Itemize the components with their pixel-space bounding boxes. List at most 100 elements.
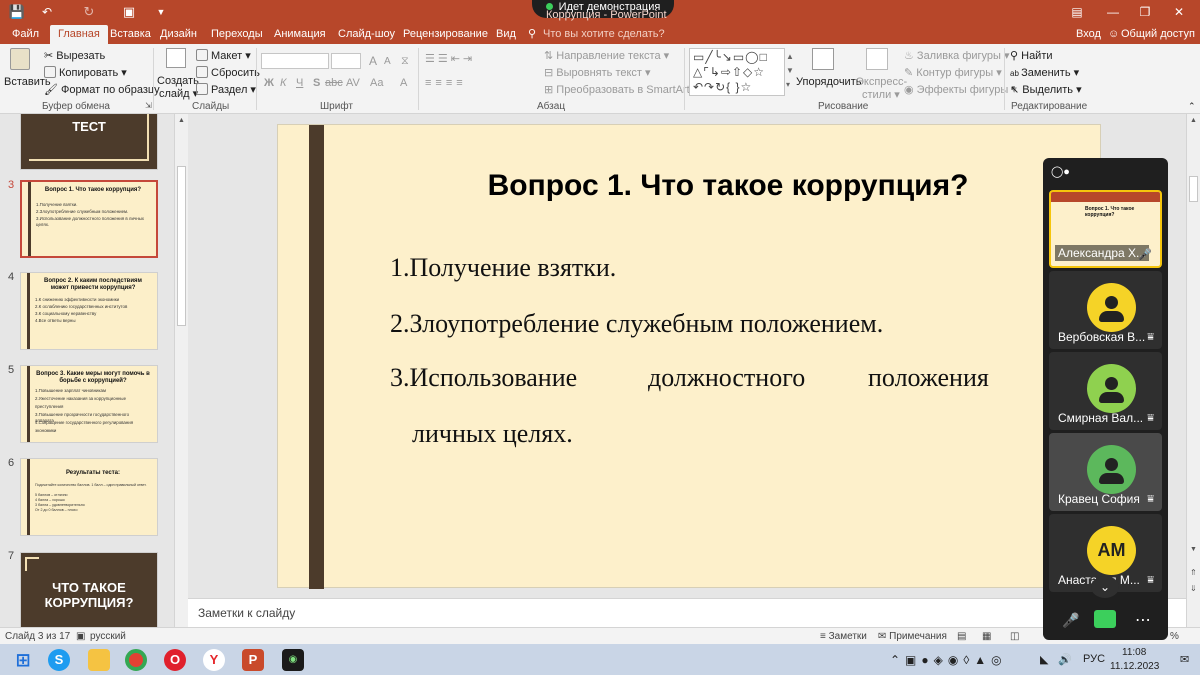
scroll-thumb[interactable] bbox=[177, 166, 186, 326]
undo-icon[interactable]: ↶ bbox=[36, 3, 58, 21]
minimize-button[interactable]: — bbox=[1098, 2, 1128, 22]
normal-view-icon[interactable]: ▤ bbox=[957, 631, 966, 642]
sign-in-link[interactable]: Вход bbox=[1076, 27, 1101, 41]
char-spacing-button[interactable]: AV bbox=[346, 76, 360, 90]
telemost-icon[interactable]: ◉ bbox=[282, 649, 304, 671]
notes-pane[interactable]: Заметки к слайду bbox=[188, 598, 1186, 627]
section-button[interactable]: Раздел ▾ bbox=[196, 83, 256, 97]
text-direction-button[interactable]: ⇅ Направление текста ▾ bbox=[544, 49, 669, 63]
tab-insert[interactable]: Вставка bbox=[110, 27, 151, 41]
close-button[interactable]: ✕ bbox=[1164, 2, 1194, 22]
tab-review[interactable]: Рецензирование bbox=[403, 27, 488, 41]
clock-time[interactable]: 11:08 bbox=[1122, 647, 1146, 658]
change-case-button[interactable]: Aa bbox=[370, 76, 383, 90]
microphone-icon[interactable]: 🎤 bbox=[1062, 612, 1079, 629]
list-buttons-icon[interactable]: ☰☰⇤⇥ bbox=[425, 52, 475, 66]
tab-animation[interactable]: Анимация bbox=[274, 27, 326, 41]
scroll-up-icon[interactable]: ▲ bbox=[178, 117, 185, 124]
slide-thumbnail[interactable]: Вопрос 3. Какие меры могут помочь в борь… bbox=[20, 365, 158, 443]
share-button[interactable]: Общий доступ bbox=[1121, 27, 1195, 41]
next-slide-icon[interactable]: ⇓ bbox=[1190, 584, 1197, 593]
yandex-browser-icon[interactable]: Y bbox=[203, 649, 225, 671]
slide-bullet-1[interactable]: 1.Получение взятки. bbox=[390, 253, 616, 283]
shapes-gallery-scroll-icon[interactable]: ▲ ▼ ▾ bbox=[786, 50, 794, 92]
smartart-button[interactable]: ⊞ Преобразовать в SmartArt ▾ bbox=[544, 83, 698, 97]
screen-share-icon[interactable] bbox=[1094, 610, 1116, 628]
quick-styles-button[interactable]: Экспресс- bbox=[856, 75, 907, 89]
system-tray-icons[interactable]: ⌃▣●◈◉◊▲◎ bbox=[890, 653, 1007, 667]
strikethrough-button[interactable]: abc bbox=[325, 76, 343, 90]
layout-button[interactable]: Макет ▾ bbox=[196, 49, 251, 63]
scroll-down-icon[interactable]: ▼ bbox=[1190, 546, 1197, 553]
new-slide-button[interactable]: Создать bbox=[157, 74, 199, 88]
find-button[interactable]: ⚲ Найти bbox=[1010, 49, 1053, 63]
shadow-button[interactable]: S bbox=[313, 76, 320, 90]
format-painter-button[interactable]: 🖌 Формат по образцу bbox=[44, 83, 160, 97]
quick-styles-menu[interactable]: стили ▾ bbox=[862, 88, 900, 102]
bold-button[interactable]: Ж bbox=[264, 76, 274, 90]
redo-icon[interactable]: ↻ bbox=[78, 3, 100, 21]
collapse-ribbon-icon[interactable]: ⌃ bbox=[1188, 99, 1196, 113]
input-language[interactable]: РУС bbox=[1083, 653, 1105, 665]
increase-font-button[interactable]: A bbox=[369, 54, 377, 68]
font-name-combo[interactable] bbox=[261, 53, 329, 69]
participant-tile[interactable]: Кравец София ⩸ bbox=[1049, 433, 1162, 511]
sorter-view-icon[interactable]: ▦ bbox=[982, 631, 991, 642]
alignment-buttons-icon[interactable]: ≡≡≡≡ bbox=[425, 76, 467, 90]
powerpoint-icon[interactable]: P bbox=[242, 649, 264, 671]
shape-effects-button[interactable]: ◉ Эффекты фигуры ▾ bbox=[904, 83, 1017, 97]
slide-thumbnail[interactable]: ТЕСТ bbox=[20, 114, 158, 170]
font-size-combo[interactable] bbox=[331, 53, 361, 69]
slide-scrollbar[interactable]: ▲ ▼ ⇑ ⇓ bbox=[1186, 114, 1200, 627]
zoom-level[interactable]: % bbox=[1170, 631, 1179, 642]
volume-icon[interactable]: 🔊 bbox=[1058, 653, 1072, 666]
italic-button[interactable]: К bbox=[280, 76, 286, 90]
notifications-icon[interactable]: ✉ bbox=[1180, 653, 1189, 666]
participant-tile[interactable]: Смирная Вал... ⩸ bbox=[1049, 352, 1162, 430]
ribbon-display-options-icon[interactable]: ▤ bbox=[1062, 2, 1092, 22]
tell-me-search[interactable]: Что вы хотите сделать? bbox=[543, 27, 665, 41]
cut-button[interactable]: ✂ Вырезать bbox=[44, 49, 105, 63]
previous-slide-icon[interactable]: ⇑ bbox=[1190, 568, 1197, 577]
tab-home[interactable]: Главная bbox=[50, 25, 108, 44]
maximize-button[interactable]: ❐ bbox=[1130, 2, 1160, 22]
notes-toggle[interactable]: ≡ Заметки bbox=[820, 631, 867, 642]
tab-transitions[interactable]: Переходы bbox=[211, 27, 263, 41]
clipboard-launcher-icon[interactable]: ⇲ bbox=[145, 101, 152, 110]
arrange-button[interactable]: Упорядочить bbox=[796, 75, 861, 89]
slide-title[interactable]: Вопрос 1. Что такое коррупция? bbox=[428, 169, 1028, 203]
shape-fill-button[interactable]: ♨ Заливка фигуры ▾ bbox=[904, 49, 1010, 63]
copy-button[interactable]: Копировать ▾ bbox=[44, 66, 127, 80]
slide-thumbnail[interactable]: ЧТО ТАКОЕ КОРРУПЦИЯ? bbox=[20, 552, 158, 627]
shape-outline-button[interactable]: ✎ Контур фигуры ▾ bbox=[904, 66, 1002, 80]
slide-bullet-3-word[interactable]: должностного bbox=[648, 363, 805, 393]
select-button[interactable]: ↖ Выделить ▾ bbox=[1010, 83, 1082, 97]
more-options-icon[interactable]: ⋯ bbox=[1135, 610, 1151, 630]
opera-icon[interactable]: O bbox=[164, 649, 186, 671]
font-color-button[interactable]: A bbox=[400, 76, 407, 90]
participant-tile-sharing[interactable]: Вопрос 1. Что такое коррупция? Александр… bbox=[1049, 190, 1162, 268]
slide-thumbnail-selected[interactable]: Вопрос 1. Что такое коррупция? 1.Получен… bbox=[20, 180, 158, 258]
clear-formatting-icon[interactable]: ⧖ bbox=[401, 54, 409, 68]
comments-toggle[interactable]: ✉ Примечания bbox=[878, 631, 947, 642]
slide-bullet-3-cont[interactable]: личных целях. bbox=[412, 419, 573, 449]
customize-quick-access-icon[interactable]: ▼ bbox=[150, 3, 172, 21]
tab-file[interactable]: Файл bbox=[12, 27, 39, 41]
current-slide[interactable]: Вопрос 1. Что такое коррупция? 1.Получен… bbox=[277, 124, 1101, 589]
shapes-gallery[interactable]: ▭╱╰↘▭◯□ △⌜↳⇨⇧◇☆ ↶↷↻{ }☆ bbox=[689, 48, 785, 96]
windows-start-icon[interactable]: ⊞ bbox=[12, 649, 34, 671]
slide-bullet-3-word[interactable]: положения bbox=[868, 363, 989, 393]
file-explorer-icon[interactable] bbox=[88, 649, 110, 671]
wifi-icon[interactable]: ◣ bbox=[1040, 653, 1048, 666]
language-indicator[interactable]: русский bbox=[90, 631, 126, 642]
save-icon[interactable]: 💾 bbox=[6, 3, 28, 21]
scroll-thumb[interactable] bbox=[1189, 176, 1198, 202]
align-text-button[interactable]: ⊟ Выровнять текст ▾ bbox=[544, 66, 651, 80]
reset-button[interactable]: Сбросить bbox=[196, 66, 260, 80]
thumbnail-scrollbar[interactable]: ▲ bbox=[174, 114, 188, 627]
reading-view-icon[interactable]: ◫ bbox=[1010, 631, 1019, 642]
participant-tile[interactable]: Вербовская В... ⩸ bbox=[1049, 271, 1162, 349]
decrease-font-button[interactable]: A bbox=[384, 55, 391, 69]
clock-date[interactable]: 11.12.2023 bbox=[1110, 661, 1159, 672]
spellcheck-icon[interactable]: ▣ bbox=[76, 631, 85, 642]
